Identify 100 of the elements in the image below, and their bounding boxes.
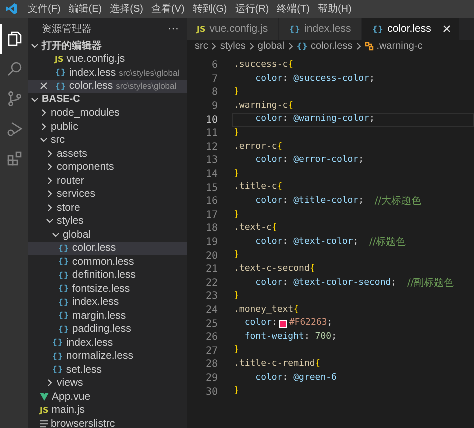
file-type-icon: {}	[58, 311, 70, 320]
tree-item[interactable]: {} normalize.less	[28, 350, 187, 363]
file-type-icon: JS	[40, 406, 49, 415]
code-line: }	[233, 168, 240, 181]
vue-file-icon	[40, 392, 49, 401]
line-number: 28	[204, 359, 218, 370]
tree-item[interactable]: {} index.less	[28, 296, 187, 309]
menu-item[interactable]: 帮助(H)	[318, 2, 352, 16]
close-icon[interactable]	[443, 25, 452, 33]
file-type-icon: {}	[58, 284, 70, 294]
tree-item[interactable]: public	[28, 120, 187, 134]
breadcrumb-item[interactable]: {} color.less	[296, 41, 353, 52]
editor-tab[interactable]: {} color.less	[362, 18, 460, 40]
menu-item[interactable]: 选择(S)	[110, 2, 144, 16]
file-name: node_modules	[51, 107, 120, 120]
tree-item[interactable]: services	[28, 188, 187, 201]
tree-item[interactable]: JS main.js	[28, 404, 187, 417]
line-number: 14	[204, 169, 218, 180]
tree-item[interactable]: components	[28, 160, 187, 174]
tree-item[interactable]: node_modules	[28, 106, 187, 120]
menu-item[interactable]: 转到(G)	[192, 2, 228, 16]
tree-item[interactable]: global	[28, 228, 187, 242]
file-name: index.less	[72, 296, 120, 308]
line-number: 20	[204, 250, 218, 262]
file-type-icon: {}	[55, 68, 66, 78]
file-type-icon: {}	[52, 365, 64, 374]
breadcrumb-item[interactable]: global	[258, 41, 285, 52]
code-line: .money_text{	[233, 304, 300, 317]
menu-item[interactable]: 查看(V)	[151, 2, 185, 16]
editor-logo-icon	[6, 3, 18, 15]
line-number: 16	[204, 196, 218, 208]
file-name: components	[57, 161, 114, 174]
file-name: styles	[57, 215, 84, 228]
file-type-icon: {}	[58, 298, 70, 307]
code-line: color: @text-color; //标题色	[254, 236, 408, 250]
code-line: .text-c-second{	[233, 262, 316, 276]
breadcrumb-item[interactable]: styles	[220, 41, 246, 52]
tree-item[interactable]: {} set.less	[28, 363, 187, 376]
run-debug-icon	[7, 121, 23, 137]
section-header[interactable]: BASE-C	[28, 93, 187, 106]
color-swatch[interactable]	[279, 320, 288, 328]
chevron-icon	[31, 42, 39, 50]
line-number: 21	[204, 264, 218, 276]
line-number: 9	[210, 101, 218, 112]
menu-item[interactable]: 终端(T)	[277, 2, 310, 16]
editor-tab[interactable]: {} index.less	[279, 18, 362, 40]
file-type-icon: JS	[55, 54, 64, 64]
tree-item[interactable]: views	[28, 376, 187, 390]
tree-item[interactable]: {} index.less	[28, 336, 187, 350]
code-line: .text-c{	[233, 222, 278, 236]
line-number: 11	[204, 128, 218, 140]
file-name: vue.config.js	[66, 53, 126, 66]
menu-item[interactable]: 运行(R)	[235, 2, 270, 16]
tree-item[interactable]: browserslistrc	[28, 417, 187, 428]
file-type-icon: {}	[58, 324, 70, 334]
file-name: index.less	[66, 336, 114, 349]
tree-item[interactable]: {} margin.less	[28, 309, 187, 322]
tree-item[interactable]: assets	[28, 147, 187, 160]
tree-item[interactable]: styles	[28, 214, 187, 228]
file-name: fontsize.less	[72, 282, 130, 295]
line-number: 17	[204, 210, 218, 221]
tree-item[interactable]: App.vue	[28, 390, 187, 404]
tree-item[interactable]: {} color.less	[28, 242, 187, 255]
tree-item[interactable]: {} fontsize.less	[28, 282, 187, 296]
chevron-icon	[211, 43, 218, 50]
code-line: }	[233, 290, 240, 304]
code-line: .error-c{	[233, 140, 284, 154]
tree-item[interactable]: {} padding.less	[28, 322, 187, 336]
file-name: definition.less	[72, 269, 136, 282]
file-name: store	[57, 202, 80, 214]
section-header[interactable]: 打开的编辑器	[28, 39, 187, 52]
code-line: }	[233, 344, 240, 358]
line-number: 10	[204, 114, 218, 126]
line-number: 15	[204, 182, 218, 194]
breadcrumb-item[interactable]: src	[195, 41, 208, 52]
file-name: router	[57, 174, 84, 187]
menu-item[interactable]: 文件(F)	[28, 2, 61, 16]
menu-item[interactable]: 编辑(E)	[68, 2, 102, 16]
more-actions-button[interactable]: ···	[168, 22, 179, 34]
open-editor-item[interactable]: {} color.less src\styles\global	[28, 80, 187, 93]
code-line: color: @error-color;	[254, 154, 366, 168]
code-line: color: @green-6	[254, 372, 338, 385]
tree-item[interactable]: {} common.less	[28, 255, 187, 268]
file-type-icon: {}	[58, 257, 70, 266]
close-icon[interactable]	[40, 82, 48, 90]
code-line: color: @title-color; //大标题色	[254, 194, 423, 209]
line-number: 12	[204, 142, 218, 153]
tree-item[interactable]: router	[28, 174, 187, 188]
line-number: 26	[204, 332, 218, 344]
tree-item[interactable]: store	[28, 201, 187, 214]
tree-item[interactable]: src	[28, 134, 187, 147]
line-number: 29	[204, 372, 218, 384]
file-name: index.less	[69, 66, 116, 79]
editor-tab[interactable]: JS vue.config.js	[187, 18, 280, 40]
tree-item[interactable]: {} definition.less	[28, 268, 187, 282]
breadcrumb-item[interactable]: .warning-c	[364, 41, 423, 52]
open-editor-item[interactable]: {} index.less src\styles\global	[28, 66, 187, 80]
code-line: color: #F62263;	[244, 317, 334, 330]
file-name: set.less	[66, 364, 102, 376]
open-editor-item[interactable]: JS vue.config.js	[28, 52, 187, 66]
